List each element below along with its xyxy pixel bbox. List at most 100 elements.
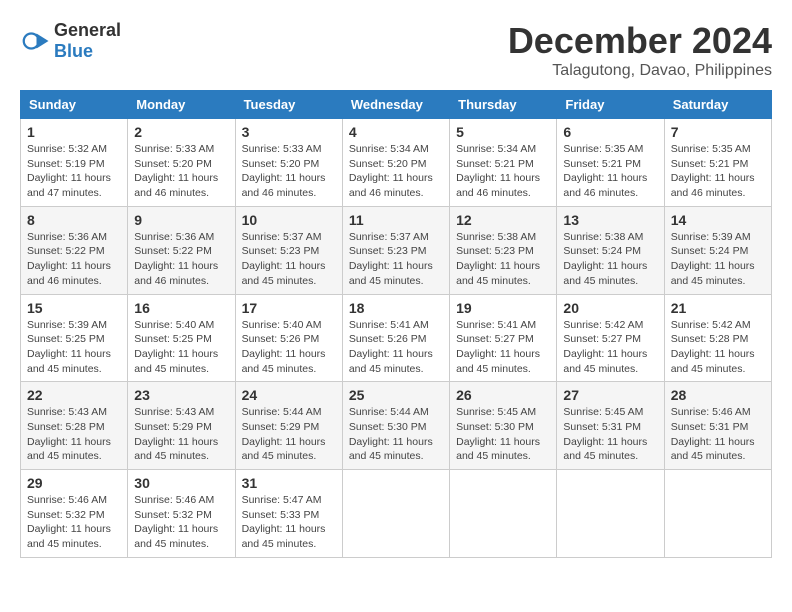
day-number: 22 [27, 387, 121, 403]
day-detail: Sunrise: 5:44 AMSunset: 5:30 PMDaylight:… [349, 406, 433, 462]
day-detail: Sunrise: 5:46 AMSunset: 5:32 PMDaylight:… [134, 494, 218, 550]
weekday-header-sunday: Sunday [21, 91, 128, 119]
day-detail: Sunrise: 5:33 AMSunset: 5:20 PMDaylight:… [134, 143, 218, 199]
calendar-cell: 15 Sunrise: 5:39 AMSunset: 5:25 PMDaylig… [21, 294, 128, 382]
day-detail: Sunrise: 5:32 AMSunset: 5:19 PMDaylight:… [27, 143, 111, 199]
calendar-cell: 16 Sunrise: 5:40 AMSunset: 5:25 PMDaylig… [128, 294, 235, 382]
day-number: 9 [134, 212, 228, 228]
day-detail: Sunrise: 5:45 AMSunset: 5:31 PMDaylight:… [563, 406, 647, 462]
weekday-header-monday: Monday [128, 91, 235, 119]
title-area: December 2024 Talagutong, Davao, Philipp… [508, 20, 772, 80]
calendar-cell: 13 Sunrise: 5:38 AMSunset: 5:24 PMDaylig… [557, 206, 664, 294]
day-number: 18 [349, 300, 443, 316]
calendar-cell: 21 Sunrise: 5:42 AMSunset: 5:28 PMDaylig… [664, 294, 771, 382]
calendar-week-row: 15 Sunrise: 5:39 AMSunset: 5:25 PMDaylig… [21, 294, 772, 382]
calendar-cell: 7 Sunrise: 5:35 AMSunset: 5:21 PMDayligh… [664, 119, 771, 207]
day-detail: Sunrise: 5:44 AMSunset: 5:29 PMDaylight:… [242, 406, 326, 462]
day-number: 24 [242, 387, 336, 403]
day-detail: Sunrise: 5:38 AMSunset: 5:24 PMDaylight:… [563, 231, 647, 287]
calendar-cell: 3 Sunrise: 5:33 AMSunset: 5:20 PMDayligh… [235, 119, 342, 207]
calendar-week-row: 1 Sunrise: 5:32 AMSunset: 5:19 PMDayligh… [21, 119, 772, 207]
calendar-table: SundayMondayTuesdayWednesdayThursdayFrid… [20, 90, 772, 558]
day-number: 31 [242, 475, 336, 491]
calendar-week-row: 29 Sunrise: 5:46 AMSunset: 5:32 PMDaylig… [21, 470, 772, 558]
day-number: 5 [456, 124, 550, 140]
day-detail: Sunrise: 5:42 AMSunset: 5:27 PMDaylight:… [563, 319, 647, 375]
calendar-cell: 4 Sunrise: 5:34 AMSunset: 5:20 PMDayligh… [342, 119, 449, 207]
day-number: 20 [563, 300, 657, 316]
day-detail: Sunrise: 5:46 AMSunset: 5:32 PMDaylight:… [27, 494, 111, 550]
day-detail: Sunrise: 5:37 AMSunset: 5:23 PMDaylight:… [349, 231, 433, 287]
logo-icon [20, 26, 50, 56]
day-detail: Sunrise: 5:36 AMSunset: 5:22 PMDaylight:… [134, 231, 218, 287]
calendar-cell [450, 470, 557, 558]
calendar-cell [342, 470, 449, 558]
calendar-cell: 17 Sunrise: 5:40 AMSunset: 5:26 PMDaylig… [235, 294, 342, 382]
calendar-cell: 12 Sunrise: 5:38 AMSunset: 5:23 PMDaylig… [450, 206, 557, 294]
day-detail: Sunrise: 5:40 AMSunset: 5:26 PMDaylight:… [242, 319, 326, 375]
day-detail: Sunrise: 5:38 AMSunset: 5:23 PMDaylight:… [456, 231, 540, 287]
day-number: 25 [349, 387, 443, 403]
day-detail: Sunrise: 5:41 AMSunset: 5:27 PMDaylight:… [456, 319, 540, 375]
day-detail: Sunrise: 5:37 AMSunset: 5:23 PMDaylight:… [242, 231, 326, 287]
calendar-cell: 28 Sunrise: 5:46 AMSunset: 5:31 PMDaylig… [664, 382, 771, 470]
day-detail: Sunrise: 5:47 AMSunset: 5:33 PMDaylight:… [242, 494, 326, 550]
day-number: 29 [27, 475, 121, 491]
day-detail: Sunrise: 5:36 AMSunset: 5:22 PMDaylight:… [27, 231, 111, 287]
calendar-cell: 25 Sunrise: 5:44 AMSunset: 5:30 PMDaylig… [342, 382, 449, 470]
page-header: General Blue December 2024 Talagutong, D… [20, 20, 772, 80]
day-number: 11 [349, 212, 443, 228]
calendar-cell: 8 Sunrise: 5:36 AMSunset: 5:22 PMDayligh… [21, 206, 128, 294]
calendar-cell: 19 Sunrise: 5:41 AMSunset: 5:27 PMDaylig… [450, 294, 557, 382]
day-number: 23 [134, 387, 228, 403]
logo-general: General [54, 20, 121, 40]
calendar-cell: 24 Sunrise: 5:44 AMSunset: 5:29 PMDaylig… [235, 382, 342, 470]
day-number: 21 [671, 300, 765, 316]
location-title: Talagutong, Davao, Philippines [508, 62, 772, 80]
day-detail: Sunrise: 5:43 AMSunset: 5:28 PMDaylight:… [27, 406, 111, 462]
calendar-cell [557, 470, 664, 558]
month-year-title: December 2024 [508, 20, 772, 62]
calendar-cell: 9 Sunrise: 5:36 AMSunset: 5:22 PMDayligh… [128, 206, 235, 294]
day-detail: Sunrise: 5:46 AMSunset: 5:31 PMDaylight:… [671, 406, 755, 462]
calendar-cell: 22 Sunrise: 5:43 AMSunset: 5:28 PMDaylig… [21, 382, 128, 470]
calendar-cell: 31 Sunrise: 5:47 AMSunset: 5:33 PMDaylig… [235, 470, 342, 558]
weekday-header-friday: Friday [557, 91, 664, 119]
calendar-cell [664, 470, 771, 558]
calendar-cell: 11 Sunrise: 5:37 AMSunset: 5:23 PMDaylig… [342, 206, 449, 294]
calendar-cell: 1 Sunrise: 5:32 AMSunset: 5:19 PMDayligh… [21, 119, 128, 207]
calendar-cell: 10 Sunrise: 5:37 AMSunset: 5:23 PMDaylig… [235, 206, 342, 294]
day-number: 14 [671, 212, 765, 228]
calendar-week-row: 8 Sunrise: 5:36 AMSunset: 5:22 PMDayligh… [21, 206, 772, 294]
day-number: 4 [349, 124, 443, 140]
calendar-cell: 27 Sunrise: 5:45 AMSunset: 5:31 PMDaylig… [557, 382, 664, 470]
calendar-cell: 14 Sunrise: 5:39 AMSunset: 5:24 PMDaylig… [664, 206, 771, 294]
day-number: 2 [134, 124, 228, 140]
day-detail: Sunrise: 5:34 AMSunset: 5:21 PMDaylight:… [456, 143, 540, 199]
calendar-cell: 6 Sunrise: 5:35 AMSunset: 5:21 PMDayligh… [557, 119, 664, 207]
day-detail: Sunrise: 5:42 AMSunset: 5:28 PMDaylight:… [671, 319, 755, 375]
calendar-cell: 18 Sunrise: 5:41 AMSunset: 5:26 PMDaylig… [342, 294, 449, 382]
calendar-cell: 5 Sunrise: 5:34 AMSunset: 5:21 PMDayligh… [450, 119, 557, 207]
weekday-header-wednesday: Wednesday [342, 91, 449, 119]
day-number: 15 [27, 300, 121, 316]
day-detail: Sunrise: 5:35 AMSunset: 5:21 PMDaylight:… [671, 143, 755, 199]
weekday-header-row: SundayMondayTuesdayWednesdayThursdayFrid… [21, 91, 772, 119]
day-number: 3 [242, 124, 336, 140]
day-number: 12 [456, 212, 550, 228]
weekday-header-thursday: Thursday [450, 91, 557, 119]
weekday-header-tuesday: Tuesday [235, 91, 342, 119]
day-number: 13 [563, 212, 657, 228]
day-number: 17 [242, 300, 336, 316]
day-detail: Sunrise: 5:40 AMSunset: 5:25 PMDaylight:… [134, 319, 218, 375]
day-detail: Sunrise: 5:39 AMSunset: 5:25 PMDaylight:… [27, 319, 111, 375]
calendar-cell: 20 Sunrise: 5:42 AMSunset: 5:27 PMDaylig… [557, 294, 664, 382]
day-number: 30 [134, 475, 228, 491]
calendar-week-row: 22 Sunrise: 5:43 AMSunset: 5:28 PMDaylig… [21, 382, 772, 470]
day-detail: Sunrise: 5:33 AMSunset: 5:20 PMDaylight:… [242, 143, 326, 199]
day-detail: Sunrise: 5:34 AMSunset: 5:20 PMDaylight:… [349, 143, 433, 199]
day-number: 19 [456, 300, 550, 316]
logo: General Blue [20, 20, 121, 62]
day-number: 28 [671, 387, 765, 403]
day-number: 27 [563, 387, 657, 403]
